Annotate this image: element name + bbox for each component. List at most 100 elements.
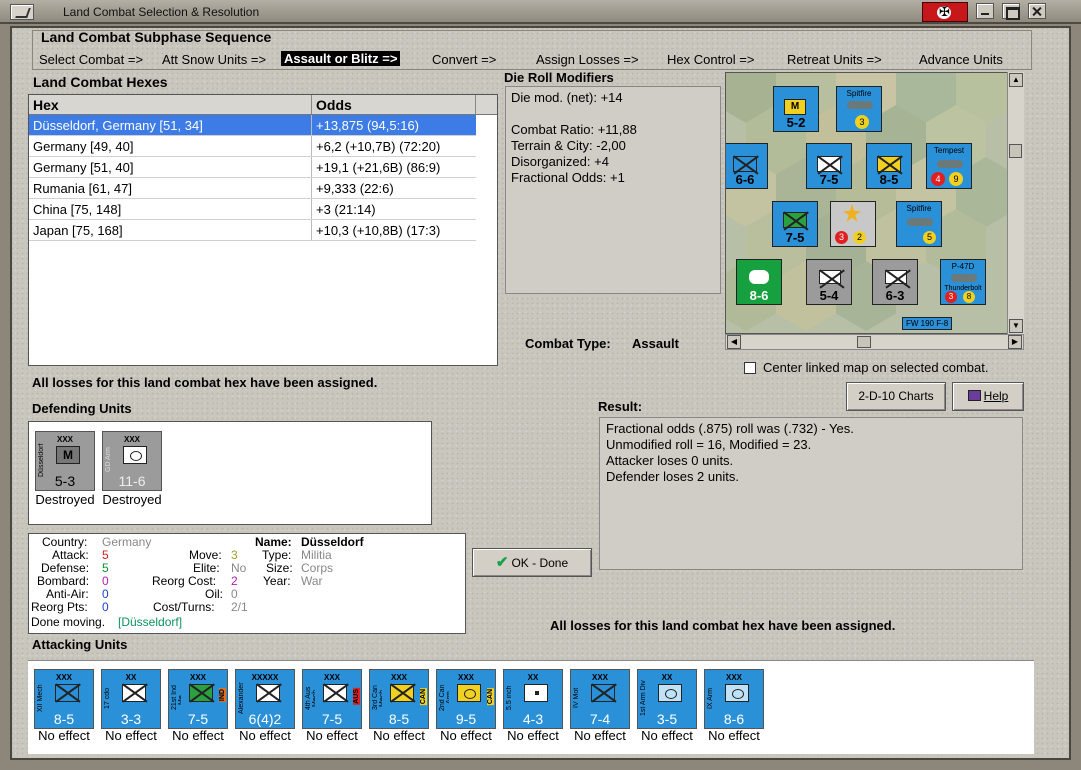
- map-counter-strength: 7-5: [785, 230, 805, 245]
- col-odds[interactable]: Odds: [312, 95, 476, 114]
- map-vertical-scrollbar[interactable]: ▲ ▼: [1007, 72, 1024, 334]
- charts-button[interactable]: 2-D-10 Charts: [846, 382, 946, 411]
- charts-button-label: 2-D-10 Charts: [858, 389, 934, 403]
- hexes-label: Land Combat Hexes: [33, 74, 168, 90]
- armor-icon: [658, 684, 682, 702]
- map-aircraft-counter[interactable]: Spitfire 3: [836, 86, 882, 132]
- attacking-unit[interactable]: XX 17 cdo 3-3: [101, 669, 161, 729]
- unit-status: No effect: [708, 728, 760, 743]
- hex-cell: Germany [51, 40]: [29, 157, 312, 177]
- result-line: Attacker loses 0 units.: [606, 453, 734, 468]
- odds-cell: +9,333 (22:6): [316, 181, 394, 196]
- attacking-unit[interactable]: XXXXX Alexander 6(4)2: [235, 669, 295, 729]
- attacking-unit[interactable]: XX 5.5 inch 4-3: [503, 669, 563, 729]
- attacking-unit[interactable]: XXX 21st Ind Me.. IND 7-5: [168, 669, 228, 729]
- table-row[interactable]: Germany [51, 40] +19,1 (+21,6B) (86:9): [29, 157, 476, 178]
- map-aircraft-counter[interactable]: Tempest 4 9: [926, 143, 972, 189]
- die-roll-modifiers: Die mod. (net): +14 Combat Ratio: +11,88…: [505, 86, 721, 294]
- mechanized-icon: [256, 684, 280, 702]
- map-counter-strength: 8-6: [749, 288, 769, 303]
- mechanized-icon: [323, 684, 347, 702]
- result-line: Fractional odds (.875) roll was (.732) -…: [606, 421, 854, 436]
- attacking-unit[interactable]: XXX XII Mech 8-5: [34, 669, 94, 729]
- scroll-up-icon[interactable]: ▲: [1009, 73, 1023, 87]
- ok-done-button[interactable]: ✔ OK - Done: [472, 548, 592, 577]
- help-button-label: Help: [983, 389, 1009, 403]
- table-row[interactable]: Japan [75, 168] +10,3 (+10,8B) (17:3): [29, 220, 476, 241]
- unit-strength: 3-5: [656, 711, 678, 727]
- table-row[interactable]: Düsseldorf, Germany [51, 34] +13,875 (94,…: [29, 115, 476, 136]
- unit-strength: 8-6: [723, 711, 745, 727]
- system-menu-icon[interactable]: [10, 4, 34, 20]
- result-line: Unmodified roll = 16, Modified = 23.: [606, 437, 812, 452]
- minimize-button[interactable]: [976, 3, 994, 19]
- map-attack-hex[interactable]: 3 2: [830, 201, 876, 247]
- map-counter[interactable]: 7-5: [806, 143, 852, 189]
- map-counter-strength: 7-5: [819, 172, 839, 187]
- map-aircraft-label: FW 190 F-8: [902, 317, 953, 330]
- scroll-left-icon[interactable]: ◀: [727, 335, 741, 349]
- result-line: Defender loses 2 units.: [606, 469, 739, 484]
- map-aircraft-counter[interactable]: P-47D Thunderbolt 3 8: [940, 259, 986, 305]
- table-row[interactable]: China [75, 148] +3 (21:14): [29, 199, 476, 220]
- scroll-thumb[interactable]: [857, 336, 871, 348]
- checkmark-icon: ✔: [495, 554, 509, 571]
- odds-cell: +10,3 (+10,8B) (17:3): [316, 223, 441, 238]
- seq-step-hex-control: Hex Control =>: [667, 52, 755, 67]
- unit-strength: 5-3: [54, 473, 76, 489]
- col-hex[interactable]: Hex: [29, 95, 312, 114]
- map-counter-strength: 5-4: [819, 288, 839, 303]
- attacking-unit[interactable]: XXX 4th Aus Mech AUS 7-5: [302, 669, 362, 729]
- window-title: Land Combat Selection & Resolution: [63, 5, 260, 19]
- map-counter-strength: 6-3: [885, 288, 905, 303]
- map-counter[interactable]: 5-4: [806, 259, 852, 305]
- scroll-right-icon[interactable]: ▶: [1008, 335, 1022, 349]
- unit-strength: 8-5: [388, 711, 410, 727]
- odds-cell: +13,875 (94,5:16): [316, 118, 419, 133]
- unit-strength: 11-6: [118, 473, 146, 489]
- help-button[interactable]: Help: [952, 382, 1024, 411]
- nationality-badge: AUS: [353, 688, 360, 705]
- map-counter[interactable]: 7-5: [772, 201, 818, 247]
- map-aircraft-counter[interactable]: Spitfire 5: [896, 201, 942, 247]
- combat-hex-table[interactable]: Hex Odds Düsseldorf, Germany [51, 34] +13…: [28, 94, 498, 366]
- attacking-unit[interactable]: XXX 3rd Can Mech CAN 8-5: [369, 669, 429, 729]
- attacking-unit[interactable]: XXX IX Arm 8-6: [704, 669, 764, 729]
- defending-unit[interactable]: XXX GD Arm 11-6: [102, 431, 162, 491]
- seq-step-select-combat: Select Combat =>: [39, 52, 144, 67]
- map-counter[interactable]: 8-5: [866, 143, 912, 189]
- armor-icon: [457, 684, 481, 702]
- table-row[interactable]: Rumania [61, 47] +9,333 (22:6): [29, 178, 476, 199]
- attacking-unit[interactable]: XXX 2nd Can Arm CAN 9-5: [436, 669, 496, 729]
- table-row[interactable]: Germany [49, 40] +6,2 (+10,7B) (72:20): [29, 136, 476, 157]
- title-bar: Land Combat Selection & Resolution: [0, 0, 1081, 24]
- seq-step-retreat: Retreat Units =>: [787, 52, 882, 67]
- mechanized-icon: [55, 684, 79, 702]
- odds-cell: +3 (21:14): [316, 202, 376, 217]
- defending-unit[interactable]: XXX Düsseldorf M 5-3: [35, 431, 95, 491]
- map-counter[interactable]: M 5-2: [773, 86, 819, 132]
- map-counter[interactable]: 6-3: [872, 259, 918, 305]
- map-horizontal-scrollbar[interactable]: ◀ ▶: [725, 334, 1024, 350]
- scroll-down-icon[interactable]: ▼: [1009, 319, 1023, 333]
- attacking-label: Attacking Units: [32, 637, 128, 652]
- linked-map[interactable]: M 5-2 Spitfire 3 6-6 7-5 8-5 Tempest 4 9…: [725, 72, 1024, 334]
- hex-cell: China [75, 148]: [29, 199, 312, 219]
- unit-info-panel: Country: Germany Attack: 5 Defense: 5 Bo…: [28, 533, 466, 634]
- attacking-unit[interactable]: XX 1st Arm Div 3-5: [637, 669, 697, 729]
- die-mod-net: Die mod. (net): +14: [511, 90, 623, 105]
- unit-strength: 9-5: [455, 711, 477, 727]
- ok-done-label: OK - Done: [511, 556, 569, 570]
- map-counter[interactable]: 6-6: [726, 143, 768, 189]
- die-mod-line: Terrain & City: -2,00: [511, 138, 626, 153]
- center-map-checkbox[interactable]: [744, 362, 756, 374]
- seq-step-assault-blitz: Assault or Blitz =>: [281, 51, 401, 66]
- map-counter[interactable]: 8-6: [736, 259, 782, 305]
- mechanized-icon: [591, 684, 615, 702]
- attacking-unit[interactable]: XXX IV Mot 7-4: [570, 669, 630, 729]
- odds-cell: +6,2 (+10,7B) (72:20): [316, 139, 441, 154]
- map-counter-strength: 8-5: [879, 172, 899, 187]
- close-button[interactable]: [1028, 3, 1046, 19]
- scroll-thumb[interactable]: [1009, 144, 1022, 158]
- maximize-button[interactable]: [1002, 3, 1020, 20]
